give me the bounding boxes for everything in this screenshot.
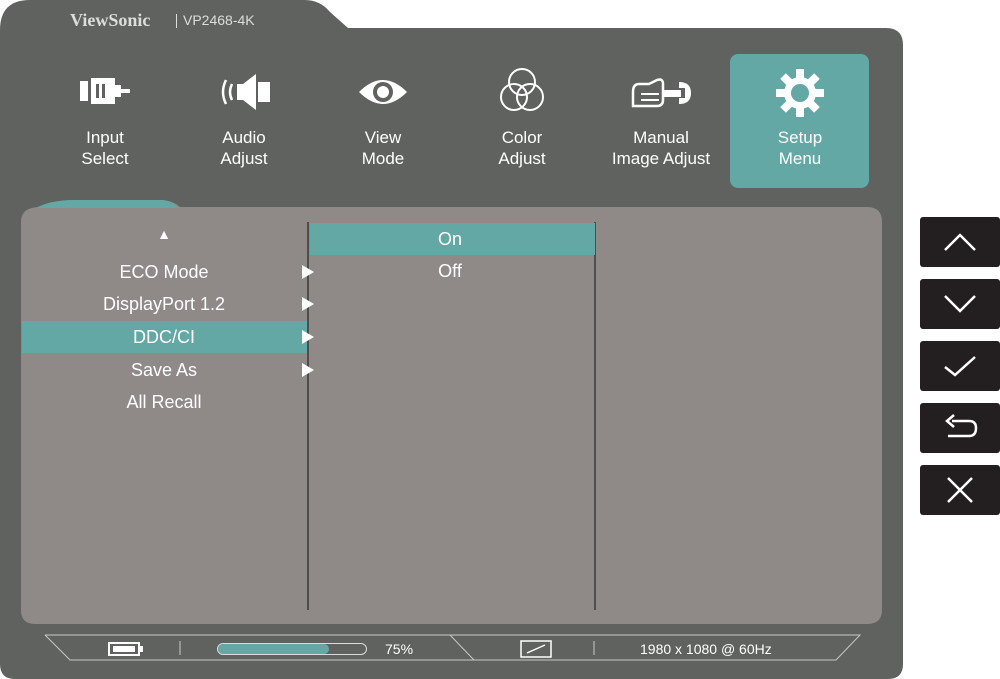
menu-item-all-recall[interactable]: All Recall [22,386,307,418]
submenu-item-label: Off [438,261,462,281]
submenu-arrow-icon [302,363,314,377]
menu-item-save-as[interactable]: Save As [22,354,314,386]
resolution-text: 1980 x 1080 @ 60Hz [640,641,772,657]
tab-view-mode[interactable]: View Mode [313,60,453,185]
checkmark-icon [944,356,976,377]
battery-icon [108,642,143,656]
speaker-icon [221,74,270,110]
menu-item-label: Save As [130,360,198,380]
header-separator [176,14,177,28]
level-bar [217,643,367,655]
tab-input-select[interactable]: Input Select [35,60,175,185]
tab-label-line2: Menu [778,149,822,168]
submenu-arrow-icon [302,297,314,311]
close-icon [947,477,973,503]
hand-wrench-icon [631,78,691,108]
tab-label-line1: View [364,128,402,147]
tab-label-line1: Color [501,128,543,147]
tab-label-line2: Image Adjust [611,149,711,168]
submenu-item-label: On [437,229,462,249]
tab-label-line2: Adjust [220,149,268,168]
eye-icon [359,80,407,104]
tab-color-adjust[interactable]: Color Adjust [452,60,592,185]
return-arrow-icon [945,414,978,438]
tab-label-line2: Select [81,149,129,168]
menu-item-label: All Recall [126,392,202,412]
tab-label-line1: Manual [633,128,689,147]
tab-label-line1: Audio [222,128,266,147]
tab-label-line1: Setup [777,128,823,147]
color-circles-icon [500,68,544,111]
model-name: VP2468-4K [183,12,255,28]
confirm-key[interactable] [920,341,1000,391]
menu-item-label: ECO Mode [119,262,209,282]
tab-setup-menu[interactable]: Setup Menu [730,60,869,185]
menu-item-displayport[interactable]: DisplayPort 1.2 [22,288,314,320]
submenu-arrow-icon [302,330,314,344]
submenu-item-on[interactable]: On [310,223,595,255]
menu-item-label: DDC/CI [133,327,195,347]
level-text: 75% [385,641,414,657]
submenu-item-off[interactable]: Off [310,255,595,287]
tab-label-line1: Input [86,128,124,147]
display-icon [520,640,552,658]
chevron-up-icon [944,233,976,251]
menu-item-eco-mode[interactable]: ECO Mode [22,256,314,288]
chevron-down-icon [944,295,976,313]
menu-item-label: DisplayPort 1.2 [102,294,226,314]
up-key[interactable] [920,217,1000,267]
input-select-icon [80,78,130,104]
close-key[interactable] [920,465,1000,515]
tab-audio-adjust[interactable]: Audio Adjust [174,60,314,185]
brand-logo: ViewSonic [70,10,151,30]
gear-icon [776,69,824,117]
scroll-up-indicator[interactable]: ▲ [150,226,178,242]
tab-label-line2: Mode [361,149,405,168]
tab-label-line2: Adjust [498,149,546,168]
level-bar-fill [218,644,329,654]
tab-manual-image-adjust[interactable]: Manual Image Adjust [591,60,731,185]
menu-item-ddc-ci[interactable]: DDC/CI [22,321,314,353]
down-key[interactable] [920,279,1000,329]
back-key[interactable] [920,403,1000,453]
